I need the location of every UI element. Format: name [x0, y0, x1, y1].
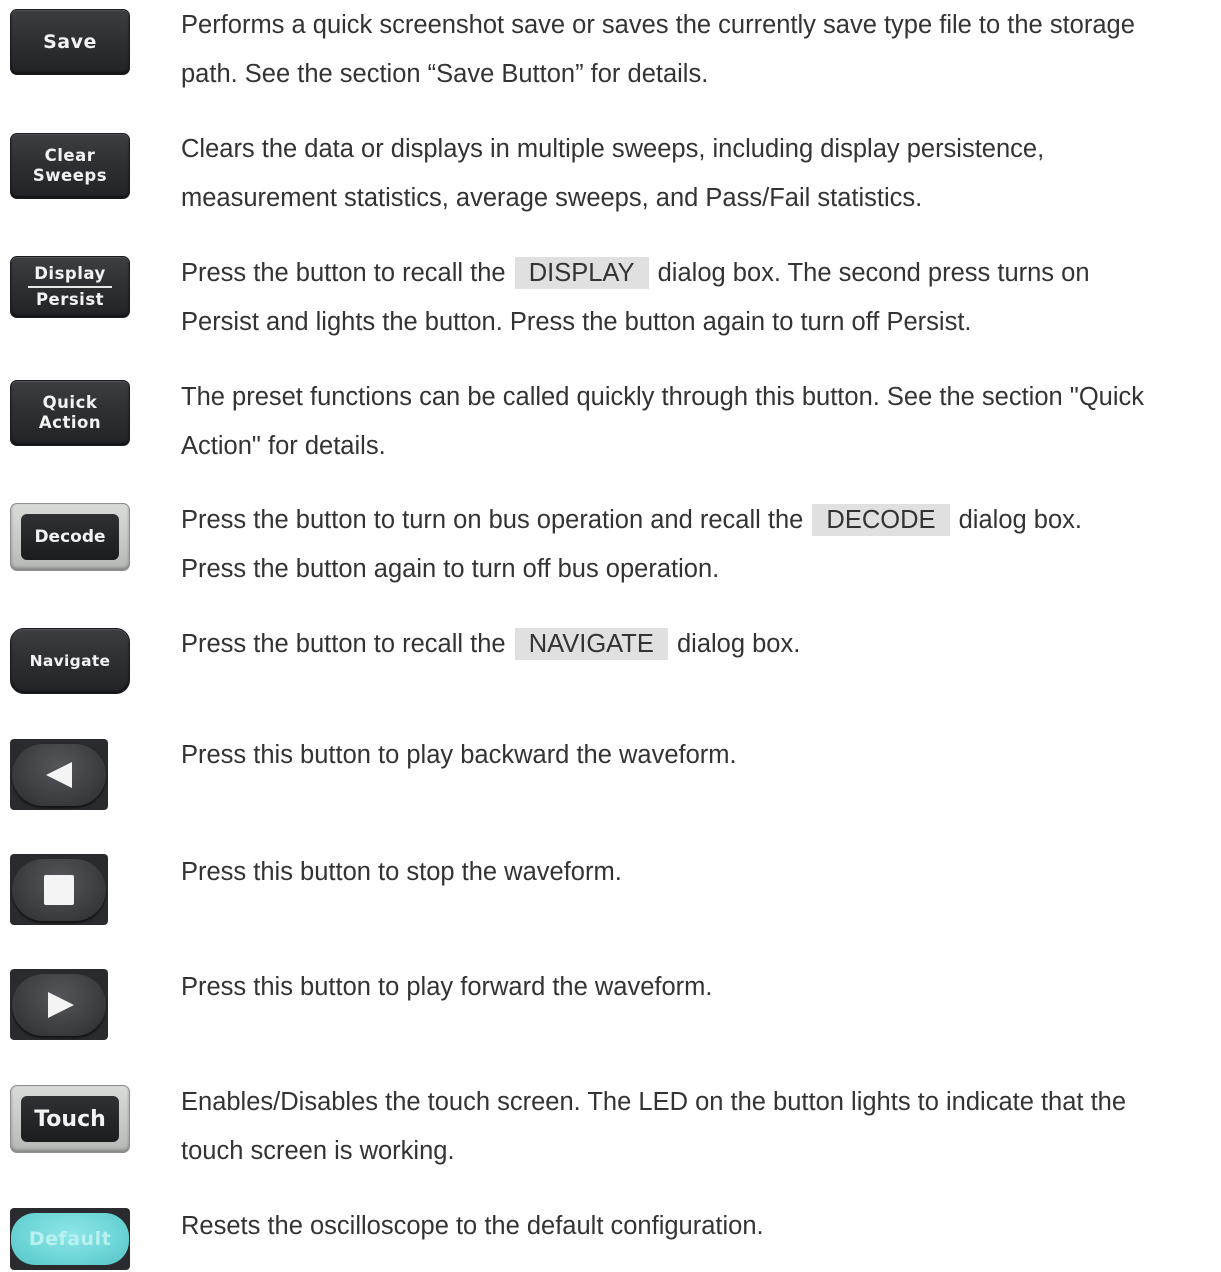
default-button-label: Default: [28, 1228, 112, 1250]
display-persist-separator: [28, 286, 112, 288]
touch-description-line-2: touch screen is working.: [181, 1136, 455, 1165]
display-persist-button-label-bottom: Persist: [35, 290, 105, 309]
display-persist-button[interactable]: Display Persist: [10, 256, 130, 318]
quick-action-description-line-2: Action" for details.: [181, 431, 386, 460]
display-key-label: DISPLAY: [514, 257, 649, 289]
navigate-text-before: Press the button to recall the: [181, 630, 506, 658]
save-button-label: Save: [43, 31, 97, 53]
quick-action-button-label-bottom: Action: [38, 413, 102, 432]
clear-sweeps-button-label-bottom: Sweeps: [32, 166, 108, 185]
save-description-line-2: path. See the section “Save Button” for …: [181, 59, 709, 88]
default-button-face: Default: [11, 1213, 129, 1265]
decode-description-line-2: Press the button again to turn off bus o…: [181, 554, 720, 583]
touch-description-line-1: Enables/Disables the touch screen. The L…: [181, 1088, 1127, 1116]
default-description: Resets the oscilloscope to the default c…: [181, 1202, 1217, 1251]
display-persist-description-line-2: Persist and lights the button. Press the…: [181, 307, 972, 336]
navigate-text-after: dialog box.: [676, 630, 801, 658]
save-button[interactable]: Save: [10, 9, 130, 75]
clear-sweeps-description-line-1: Clears the data or displays in multiple …: [181, 135, 1045, 163]
play-backward-button-face: [12, 743, 106, 806]
navigate-description: Press the button to recall the NAVIGATE …: [181, 620, 1217, 669]
play-forward-button[interactable]: [10, 969, 108, 1040]
save-description-line-1: Performs a quick screenshot save or save…: [181, 11, 1135, 39]
stop-icon: [44, 874, 74, 905]
quick-action-button[interactable]: Quick Action: [10, 380, 130, 446]
quick-action-description-line-1: The preset functions can be called quick…: [181, 383, 1145, 411]
decode-text-after: dialog box.: [958, 506, 1082, 534]
clear-sweeps-button-label-top: Clear: [44, 146, 96, 165]
stop-button[interactable]: [10, 854, 108, 925]
decode-key-label: DECODE: [812, 504, 950, 536]
default-description-line-1: Resets the oscilloscope to the default c…: [181, 1212, 764, 1240]
decode-button-face: Decode: [21, 514, 119, 560]
display-persist-description-line-1: Press the button to recall the DISPLAY d…: [181, 249, 1217, 298]
play-forward-icon: [48, 991, 74, 1018]
default-button[interactable]: Default: [10, 1208, 130, 1270]
play-backward-icon: [46, 761, 72, 788]
touch-button[interactable]: Touch: [10, 1085, 130, 1153]
play-forward-button-face: [12, 973, 106, 1036]
decode-text-before: Press the button to turn on bus operatio…: [181, 506, 804, 534]
decode-description: Press the button to turn on bus operatio…: [181, 496, 1217, 593]
touch-button-face: Touch: [21, 1096, 119, 1142]
navigate-description-line-1: Press the button to recall the NAVIGATE …: [181, 620, 1217, 669]
display-persist-text-before: Press the button to recall the: [181, 259, 506, 287]
play-backward-button[interactable]: [10, 739, 108, 810]
quick-action-button-label-top: Quick: [42, 393, 98, 412]
display-persist-button-label-top: Display: [34, 264, 106, 283]
quick-action-description: The preset functions can be called quick…: [181, 373, 1217, 470]
decode-button[interactable]: Decode: [10, 503, 130, 571]
play-backward-description-line-1: Press this button to play backward the w…: [181, 741, 737, 769]
display-persist-text-after: dialog box. The second press turns on: [657, 259, 1090, 287]
navigate-button[interactable]: Navigate: [10, 628, 130, 694]
clear-sweeps-description-line-2: measurement statistics, average sweeps, …: [181, 183, 923, 212]
decode-description-line-1: Press the button to turn on bus operatio…: [181, 496, 1217, 545]
stop-description-line-1: Press this button to stop the waveform.: [181, 858, 622, 886]
play-forward-description: Press this button to play forward the wa…: [181, 963, 1217, 1012]
stop-description: Press this button to stop the waveform.: [181, 848, 1217, 897]
navigate-key-label: NAVIGATE: [514, 628, 668, 660]
save-description: Performs a quick screenshot save or save…: [181, 1, 1217, 98]
clear-sweeps-description: Clears the data or displays in multiple …: [181, 125, 1217, 222]
navigate-button-label: Navigate: [29, 652, 111, 670]
display-persist-description: Press the button to recall the DISPLAY d…: [181, 249, 1217, 346]
clear-sweeps-button[interactable]: Clear Sweeps: [10, 133, 130, 199]
touch-button-label: Touch: [34, 1106, 106, 1132]
decode-button-label: Decode: [34, 527, 106, 547]
play-backward-description: Press this button to play backward the w…: [181, 731, 1217, 780]
play-forward-description-line-1: Press this button to play forward the wa…: [181, 973, 713, 1001]
touch-description: Enables/Disables the touch screen. The L…: [181, 1078, 1217, 1175]
stop-button-face: [12, 858, 106, 921]
